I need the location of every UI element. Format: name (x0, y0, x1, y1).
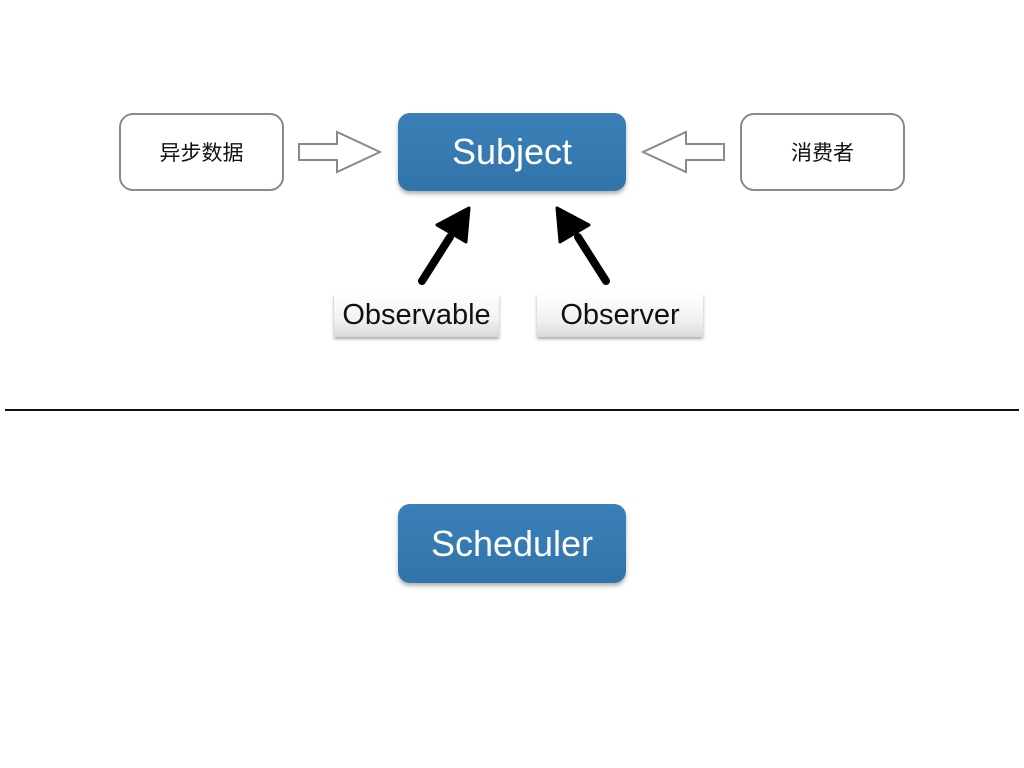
scheduler-box: Scheduler (398, 504, 626, 583)
observer-label: Observer (560, 299, 680, 331)
async-data-box: 异步数据 (119, 113, 284, 191)
observer-box: Observer (537, 294, 703, 337)
diagram-canvas: 异步数据 Subject 消费者 Observable Observer Sch… (0, 0, 1024, 768)
observable-to-subject-arrow-icon (418, 206, 471, 285)
scheduler-label: Scheduler (430, 522, 594, 564)
observable-box: Observable (334, 294, 499, 337)
section-divider (5, 409, 1019, 411)
right-hollow-arrow-icon (298, 130, 383, 174)
observable-label: Observable (342, 299, 491, 331)
async-data-label: 异步数据 (159, 141, 244, 165)
observer-to-subject-arrow-icon (555, 206, 610, 285)
subject-box: Subject (398, 113, 626, 191)
subject-label: Subject (451, 131, 573, 172)
left-hollow-arrow-icon (640, 130, 725, 174)
consumer-box: 消费者 (740, 113, 905, 191)
consumer-label: 消费者 (791, 141, 854, 165)
